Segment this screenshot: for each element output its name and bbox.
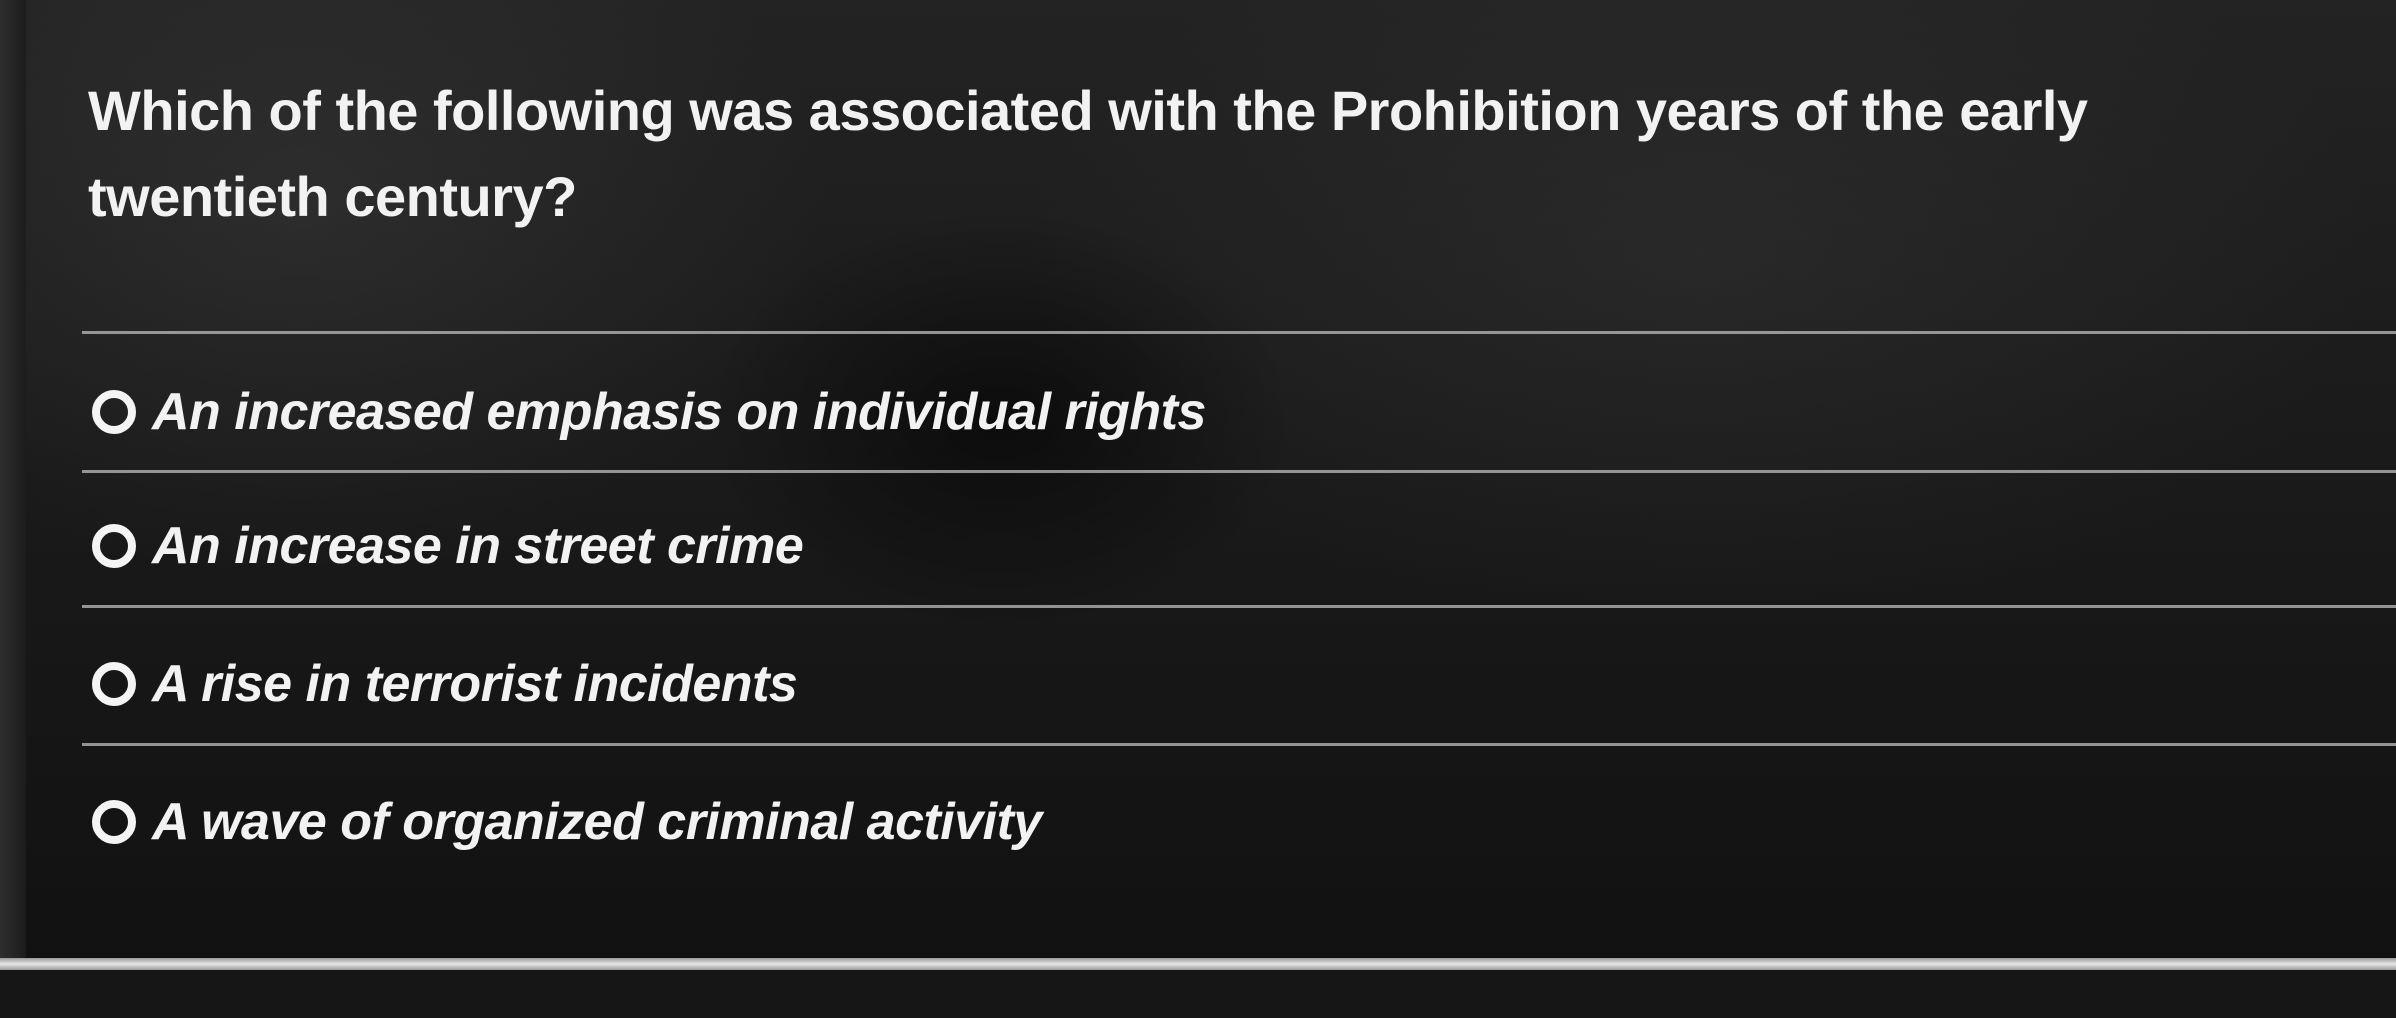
- radio-button-icon[interactable]: [92, 390, 136, 434]
- option-divider: [82, 743, 2396, 746]
- radio-button-icon[interactable]: [92, 524, 136, 568]
- option-divider: [82, 605, 2396, 608]
- answer-option-label: An increase in street crime: [152, 517, 804, 575]
- radio-button-icon[interactable]: [92, 800, 136, 844]
- radio-button-icon[interactable]: [92, 662, 136, 706]
- answer-option-1[interactable]: An increased emphasis on individual righ…: [92, 372, 1206, 452]
- screen-bezel: [0, 0, 26, 1018]
- question-text: Which of the following was associated wi…: [88, 79, 2088, 228]
- question-divider: [82, 331, 2396, 334]
- answer-option-4[interactable]: A wave of organized criminal activity: [92, 782, 1042, 862]
- bottom-strip: [0, 970, 2396, 1018]
- answer-option-label: A rise in terrorist incidents: [152, 655, 798, 713]
- bottom-divider: [0, 958, 2396, 970]
- answer-option-3[interactable]: A rise in terrorist incidents: [92, 644, 798, 724]
- quiz-screen: Which of the following was associated wi…: [0, 0, 2396, 1018]
- option-divider: [82, 470, 2396, 473]
- answer-option-label: A wave of organized criminal activity: [152, 793, 1042, 851]
- answer-option-2[interactable]: An increase in street crime: [92, 506, 804, 586]
- answer-option-label: An increased emphasis on individual righ…: [152, 383, 1206, 441]
